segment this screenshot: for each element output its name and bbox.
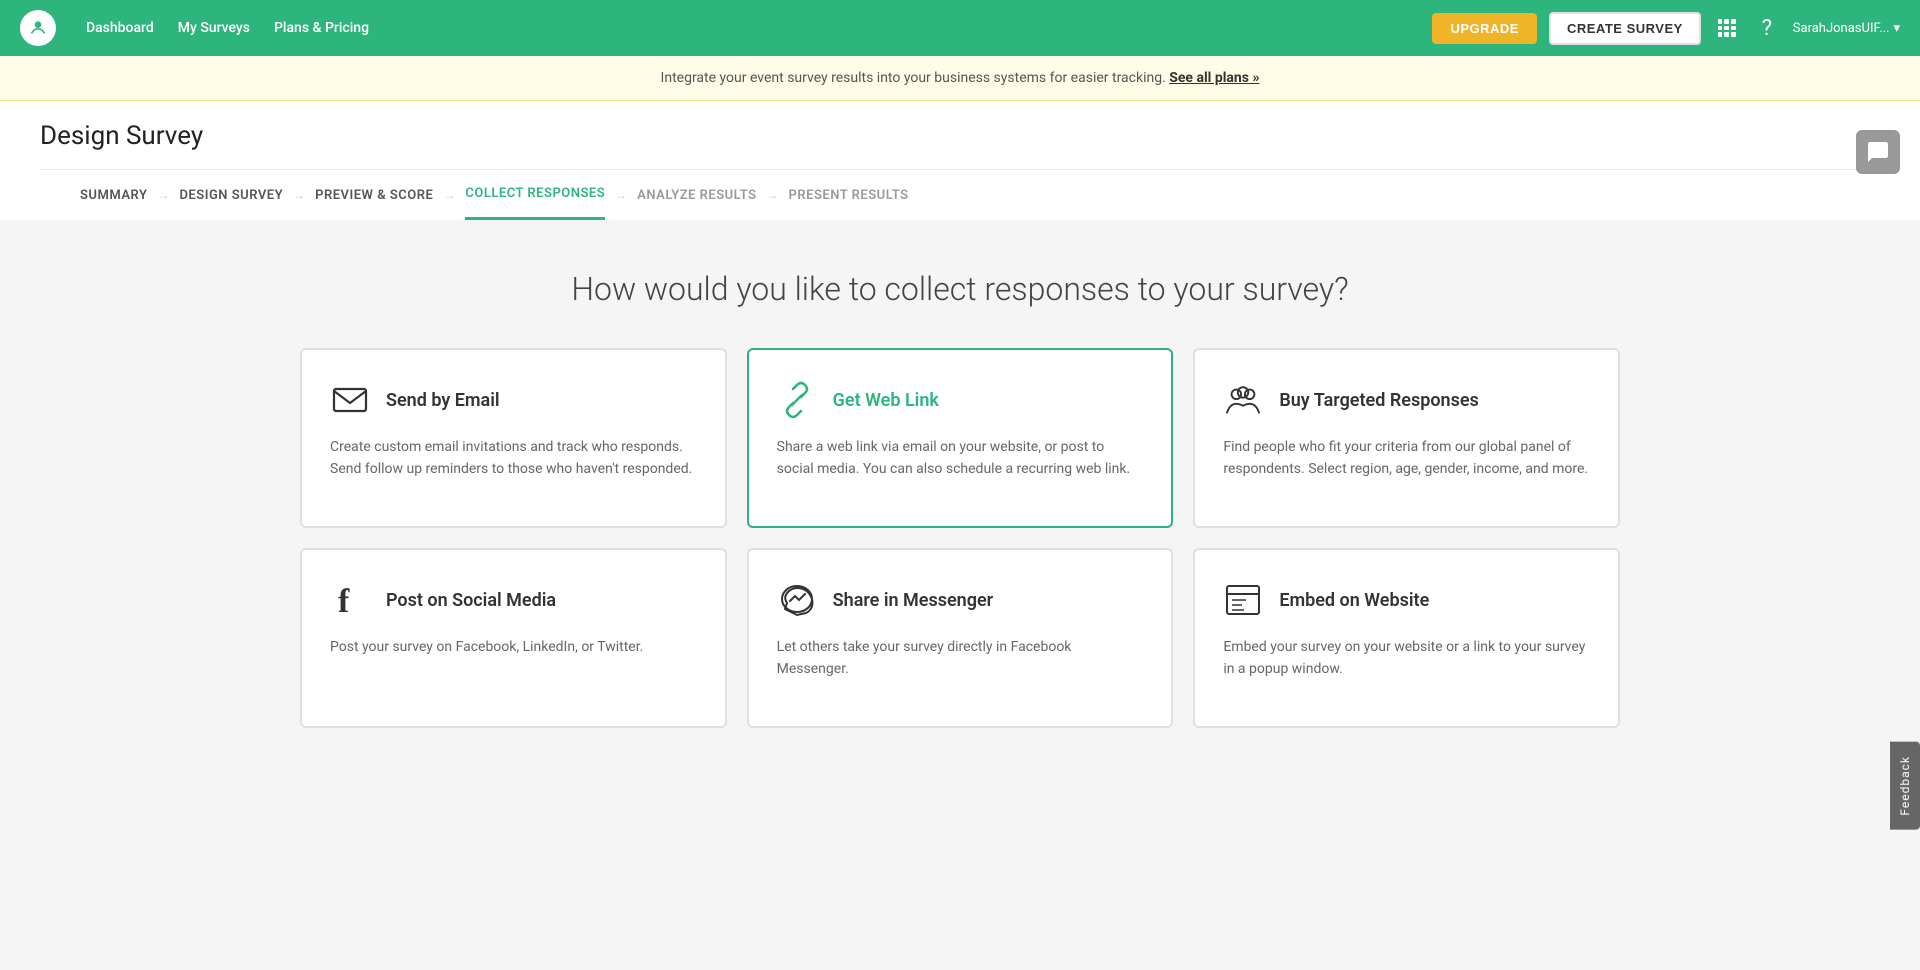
- card-email-title: Send by Email: [386, 390, 500, 411]
- card-social-title: Post on Social Media: [386, 590, 556, 611]
- page-title: Design Survey: [40, 121, 1880, 169]
- card-weblink-title: Get Web Link: [833, 390, 939, 411]
- main-content: How would you like to collect responses …: [260, 220, 1660, 778]
- card-weblink-desc: Share a web link via email on your websi…: [777, 436, 1144, 481]
- step-arrow-5: →: [767, 188, 779, 202]
- step-analyze-results[interactable]: ANALYZE RESULTS: [637, 172, 756, 219]
- page-header: Design Survey SUMMARY → DESIGN SURVEY → …: [0, 101, 1920, 220]
- main-nav: Dashboard My Surveys Plans & Pricing: [86, 20, 1402, 36]
- card-targeted[interactable]: Buy Targeted Responses Find people who f…: [1193, 348, 1620, 528]
- chat-button[interactable]: [1856, 130, 1900, 174]
- card-embed-desc: Embed your survey on your website or a l…: [1223, 636, 1590, 681]
- header: Dashboard My Surveys Plans & Pricing UPG…: [0, 0, 1920, 56]
- section-title: How would you like to collect responses …: [300, 270, 1620, 308]
- link-icon: [777, 380, 817, 420]
- chevron-down-icon: ▾: [1893, 21, 1900, 36]
- card-targeted-title: Buy Targeted Responses: [1279, 390, 1478, 411]
- card-embed[interactable]: Embed on Website Embed your survey on yo…: [1193, 548, 1620, 728]
- card-email-header: Send by Email: [330, 380, 697, 420]
- step-arrow-4: →: [615, 188, 627, 202]
- step-design-survey[interactable]: DESIGN SURVEY: [179, 172, 283, 219]
- card-social-header: f Post on Social Media: [330, 580, 697, 620]
- see-all-plans-link[interactable]: See all plans »: [1169, 70, 1259, 86]
- help-icon[interactable]: ?: [1753, 14, 1781, 42]
- card-embed-title: Embed on Website: [1279, 590, 1429, 611]
- svg-text:f: f: [338, 583, 350, 618]
- messenger-icon: [777, 580, 817, 620]
- card-messenger-header: Share in Messenger: [777, 580, 1144, 620]
- header-right: UPGRADE CREATE SURVEY ? SarahJonasUIF...…: [1432, 12, 1900, 45]
- card-email[interactable]: Send by Email Create custom email invita…: [300, 348, 727, 528]
- audience-icon: [1223, 380, 1263, 420]
- step-summary[interactable]: SUMMARY: [80, 172, 147, 219]
- card-social-desc: Post your survey on Facebook, LinkedIn, …: [330, 636, 697, 658]
- card-messenger-desc: Let others take your survey directly in …: [777, 636, 1144, 681]
- step-present-results[interactable]: PRESENT RESULTS: [789, 172, 909, 219]
- card-messenger[interactable]: Share in Messenger Let others take your …: [747, 548, 1174, 728]
- step-arrow-3: →: [443, 188, 455, 202]
- step-arrow-2: →: [293, 188, 305, 202]
- card-targeted-header: Buy Targeted Responses: [1223, 380, 1590, 420]
- nav-my-surveys[interactable]: My Surveys: [178, 20, 250, 36]
- embed-icon: [1223, 580, 1263, 620]
- card-targeted-desc: Find people who fit your criteria from o…: [1223, 436, 1590, 481]
- steps-navigation: SUMMARY → DESIGN SURVEY → PREVIEW & SCOR…: [40, 169, 1880, 220]
- step-preview-score[interactable]: PREVIEW & SCORE: [315, 172, 433, 219]
- email-icon: [330, 380, 370, 420]
- user-menu[interactable]: SarahJonasUIF... ▾: [1793, 21, 1900, 36]
- step-arrow-1: →: [157, 188, 169, 202]
- card-weblink[interactable]: Get Web Link Share a web link via email …: [747, 348, 1174, 528]
- logo[interactable]: [20, 10, 56, 46]
- create-survey-button[interactable]: CREATE SURVEY: [1549, 12, 1701, 45]
- upgrade-button[interactable]: UPGRADE: [1432, 13, 1537, 44]
- collection-methods-grid: Send by Email Create custom email invita…: [300, 348, 1620, 728]
- promo-banner: Integrate your event survey results into…: [0, 56, 1920, 101]
- nav-plans-pricing[interactable]: Plans & Pricing: [274, 20, 369, 36]
- feedback-button[interactable]: Feedback: [1890, 742, 1920, 830]
- card-weblink-header: Get Web Link: [777, 380, 1144, 420]
- nav-dashboard[interactable]: Dashboard: [86, 20, 154, 36]
- card-embed-header: Embed on Website: [1223, 580, 1590, 620]
- step-collect-responses[interactable]: COLLECT RESPONSES: [465, 170, 605, 220]
- apps-icon[interactable]: [1713, 14, 1741, 42]
- card-messenger-title: Share in Messenger: [833, 590, 993, 611]
- card-email-desc: Create custom email invitations and trac…: [330, 436, 697, 481]
- facebook-icon: f: [330, 580, 370, 620]
- card-social[interactable]: f Post on Social Media Post your survey …: [300, 548, 727, 728]
